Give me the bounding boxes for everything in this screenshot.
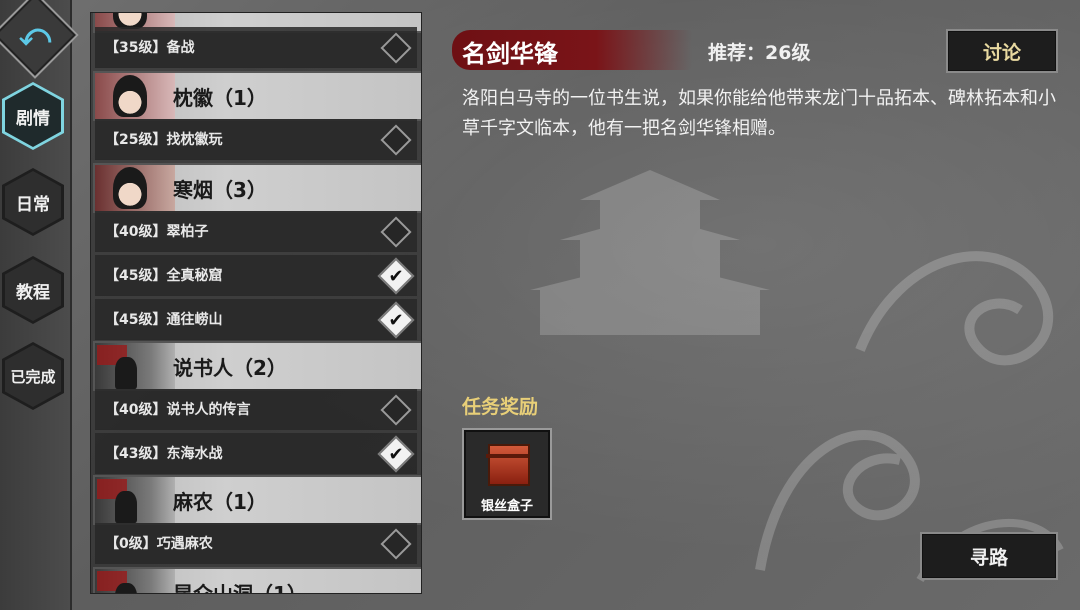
- tab-daily[interactable]: 日常: [2, 168, 64, 236]
- quest-row[interactable]: 【40级】说书人的传言: [95, 389, 417, 430]
- quest-label: 【25级】找枕徽玩: [105, 132, 223, 148]
- woman-portrait: [95, 165, 175, 211]
- quest-row[interactable]: 【43级】东海水战 ✔: [95, 433, 417, 474]
- reward-item-slot[interactable]: 银丝盒子: [462, 428, 552, 520]
- quest-row[interactable]: 【40级】翠柏子: [95, 211, 417, 252]
- reward-section-title: 任务奖励: [462, 396, 539, 418]
- tab-story-label: 剧情: [5, 85, 61, 147]
- cave-portrait: [95, 569, 175, 593]
- npc-name: 枕徽（1）: [173, 85, 267, 110]
- npc-group-row[interactable]: 麻农（1）: [93, 475, 421, 525]
- quest-label: 【35级】备战: [105, 40, 195, 56]
- quest-description: 洛阳白马寺的一位书生说，如果你能给他带来龙门十品拓本、碑林拓本和小草千字文临本，…: [462, 88, 1056, 139]
- back-arrow-icon: ⤺: [18, 17, 52, 53]
- quest-label: 【45级】通往崂山: [105, 312, 223, 328]
- quest-label: 【40级】翠柏子: [105, 224, 209, 240]
- quest-label: 【0级】巧遇麻农: [105, 536, 213, 552]
- quest-row[interactable]: 【25级】找枕徽玩: [95, 119, 417, 160]
- npc-name: 说书人（2）: [173, 355, 287, 380]
- quest-label: 【45级】全真秘窟: [105, 268, 223, 284]
- farmer-portrait: [95, 477, 175, 523]
- npc-group-row[interactable]: 昆仑山洞（1）: [93, 567, 421, 594]
- npc-group-row[interactable]: 寒烟（3）: [93, 163, 421, 213]
- npc-group-row[interactable]: 说书人（2）: [93, 341, 421, 391]
- completed-check-icon: ✔: [377, 301, 415, 339]
- incomplete-diamond-icon: [380, 216, 412, 248]
- game-screen: ⤺ 剧情 日常 教程 已完成 【35级】备战 枕徽（1） 【25级】找枕徽玩 寒…: [0, 0, 1080, 610]
- quest-title: 名剑华锋: [462, 40, 558, 68]
- red-box-icon: [486, 444, 530, 486]
- incomplete-diamond-icon: [380, 528, 412, 560]
- incomplete-diamond-icon: [380, 32, 412, 64]
- incomplete-diamond-icon: [380, 124, 412, 156]
- quest-label: 【43级】东海水战: [105, 446, 223, 462]
- npc-name: 昆仑山洞（1）: [173, 581, 307, 594]
- tab-daily-label: 日常: [5, 171, 61, 233]
- quest-row[interactable]: 【45级】通往崂山 ✔: [95, 299, 417, 340]
- category-sidebar: ⤺ 剧情 日常 教程 已完成: [0, 0, 79, 610]
- pathfind-button[interactable]: 寻路: [920, 532, 1058, 580]
- back-button[interactable]: ⤺: [0, 0, 79, 79]
- npc-group-row[interactable]: 枕徽（1）: [93, 71, 421, 121]
- quest-label: 【40级】说书人的传言: [105, 402, 251, 418]
- quest-row[interactable]: 【35级】备战: [95, 27, 417, 68]
- quest-list[interactable]: 【35级】备战 枕徽（1） 【25级】找枕徽玩 寒烟（3） 【40级】翠柏子 【…: [90, 12, 422, 594]
- completed-check-icon: ✔: [377, 257, 415, 295]
- wave-decoration: [755, 251, 1064, 582]
- tab-story[interactable]: 剧情: [2, 82, 64, 150]
- recommended-level: 推荐：26级: [708, 42, 811, 64]
- tab-tutorial[interactable]: 教程: [2, 256, 64, 324]
- woman-portrait: [95, 73, 175, 119]
- quest-row[interactable]: 【0级】巧遇麻农: [95, 523, 417, 564]
- tab-tutorial-label: 教程: [5, 259, 61, 321]
- reward-item-name: 银丝盒子: [480, 499, 533, 514]
- npc-name: 麻农（1）: [173, 489, 267, 514]
- discuss-button[interactable]: 讨论: [946, 29, 1058, 73]
- completed-check-icon: ✔: [377, 435, 415, 473]
- tab-completed-label: 已完成: [5, 345, 61, 407]
- quest-row[interactable]: 【45级】全真秘窟 ✔: [95, 255, 417, 296]
- npc-name: 寒烟（3）: [173, 177, 267, 202]
- tab-completed[interactable]: 已完成: [2, 342, 64, 410]
- incomplete-diamond-icon: [380, 394, 412, 426]
- storyteller-portrait: [95, 343, 175, 389]
